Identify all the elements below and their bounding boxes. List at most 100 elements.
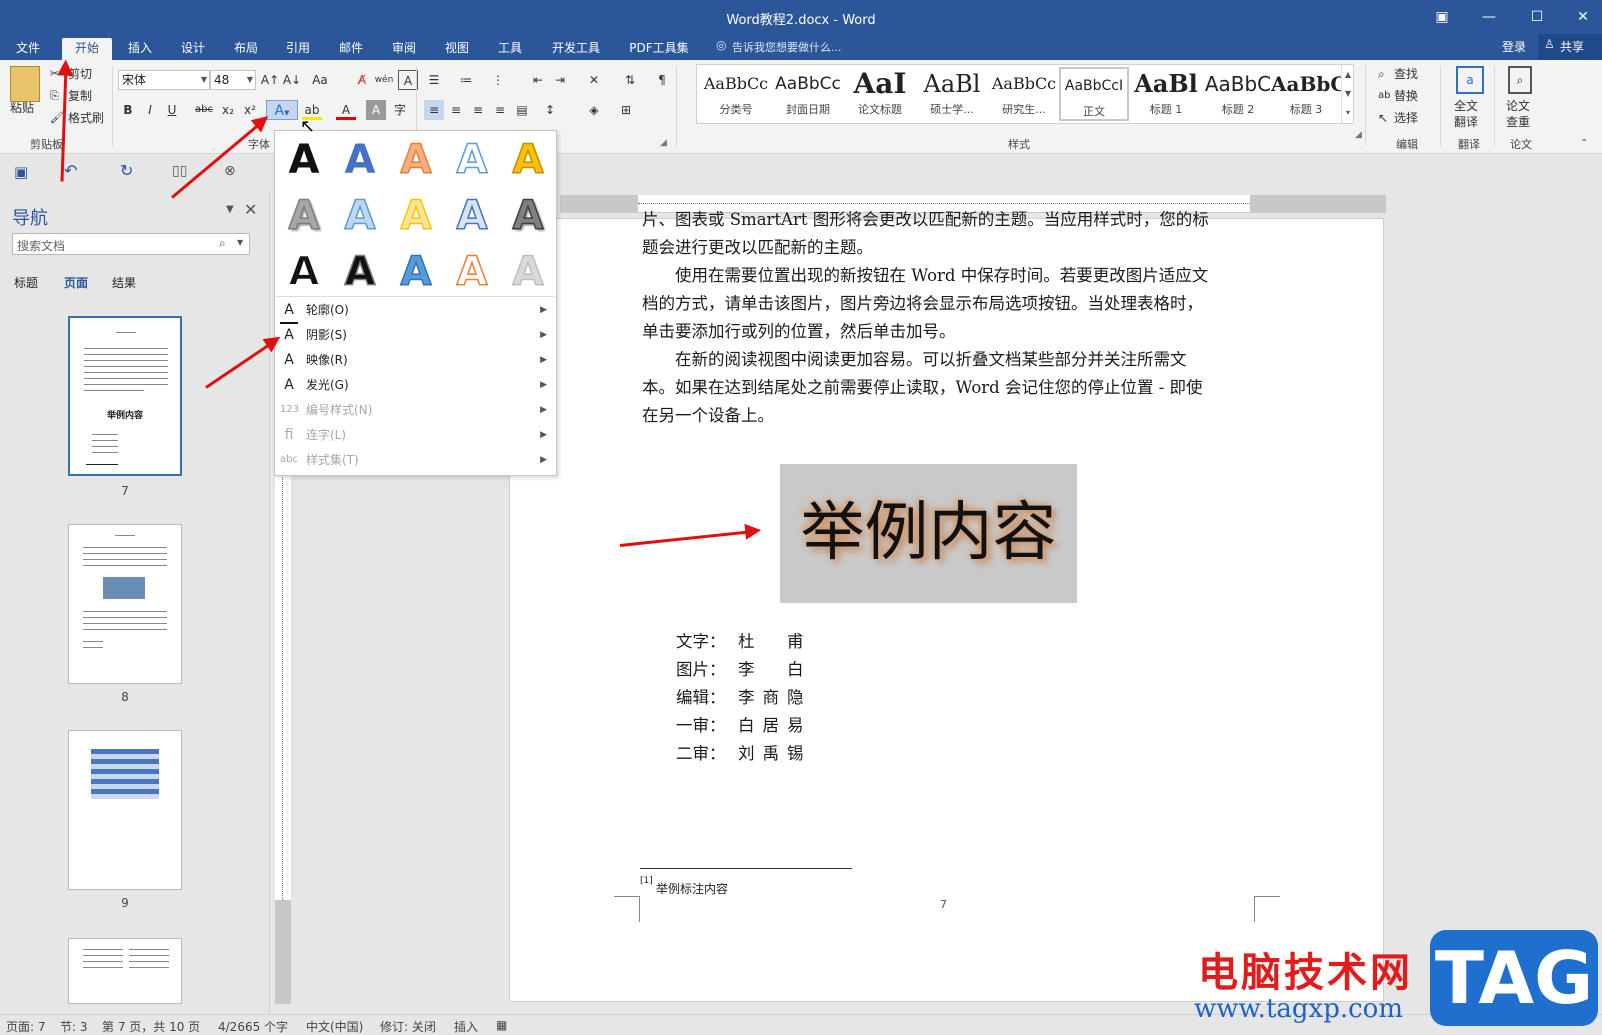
style-item[interactable]: AaBbCc 封面日期 bbox=[773, 67, 843, 121]
tab-pdf-tools[interactable]: PDF工具集 bbox=[622, 38, 696, 60]
save-icon[interactable]: ▣ bbox=[14, 163, 28, 181]
enclose-char-button[interactable]: 字 bbox=[390, 100, 410, 120]
bold-button[interactable]: B bbox=[118, 100, 138, 120]
status-page-of[interactable]: 第 7 页，共 10 页 bbox=[102, 1018, 200, 1035]
vertical-ruler[interactable] bbox=[275, 470, 291, 1004]
borders-icon[interactable]: ⊞ bbox=[616, 100, 636, 120]
align-left-icon[interactable]: ≡ bbox=[424, 100, 444, 120]
style-item[interactable]: AaBbC 标题 3 bbox=[1271, 67, 1341, 121]
page-thumbnail-10[interactable] bbox=[68, 938, 182, 1004]
distributed-icon[interactable]: ▤ bbox=[512, 100, 532, 120]
find-button[interactable]: 查找 bbox=[1394, 66, 1418, 82]
text-effect-preset[interactable]: A bbox=[284, 138, 324, 182]
style-item[interactable]: AaBbCc 研究生... bbox=[989, 67, 1059, 121]
text-effects-button[interactable]: A▼ bbox=[266, 100, 298, 120]
underline-button[interactable]: U bbox=[162, 100, 182, 120]
style-item[interactable]: AaBbC 标题 2 bbox=[1203, 67, 1273, 121]
text-effect-preset[interactable]: A bbox=[508, 137, 548, 183]
tab-home[interactable]: 开始 bbox=[62, 38, 112, 60]
status-section[interactable]: 节: 3 bbox=[60, 1018, 88, 1035]
body-text-line[interactable]: 本。如果在达到结尾处之前需要停止读取，Word 会记住您的停止位置 - 即使 bbox=[642, 374, 1203, 403]
tab-design[interactable]: 设计 bbox=[171, 38, 215, 60]
char-border-button[interactable]: A bbox=[398, 70, 418, 90]
align-center-icon[interactable]: ≡ bbox=[446, 100, 466, 120]
show-marks-icon[interactable]: ¶ bbox=[652, 70, 672, 90]
styles-scroll[interactable]: ▲ ▼ ▾ bbox=[1341, 65, 1354, 123]
multilevel-list-icon[interactable]: ⋮ bbox=[488, 70, 508, 90]
increase-indent-icon[interactable]: ⇥ bbox=[550, 70, 570, 90]
shrink-font-button[interactable]: A↓ bbox=[282, 70, 302, 90]
status-language[interactable]: 中文(中国) bbox=[306, 1018, 363, 1035]
status-revision[interactable]: 修订: 关闭 bbox=[380, 1018, 436, 1035]
numbering-icon[interactable]: ≔ bbox=[456, 70, 476, 90]
tab-insert[interactable]: 插入 bbox=[118, 38, 162, 60]
full-translate-button[interactable]: 全文 翻译 bbox=[1454, 98, 1478, 130]
copy-button[interactable]: 复制 bbox=[68, 88, 92, 104]
line-spacing-icon[interactable]: ↕ bbox=[540, 100, 560, 120]
tell-me-box[interactable]: 告诉我您想要做什么... bbox=[732, 39, 842, 55]
replace-button[interactable]: 替换 bbox=[1394, 88, 1418, 104]
redo-icon[interactable]: ↻ bbox=[120, 161, 133, 180]
chinese-layout-icon[interactable]: ✕ bbox=[584, 70, 604, 90]
italic-button[interactable]: I bbox=[140, 100, 160, 120]
nav-options-icon[interactable]: ▼ bbox=[226, 204, 234, 215]
nav-close-icon[interactable]: ✕ bbox=[244, 200, 257, 219]
text-effect-preset[interactable]: A bbox=[396, 137, 436, 183]
sort-icon[interactable]: ⇅ bbox=[620, 70, 640, 90]
tab-review[interactable]: 审阅 bbox=[382, 38, 426, 60]
text-effect-preset[interactable]: A bbox=[284, 249, 324, 295]
body-text-line[interactable]: 档的方式，请单击该图片，图片旁边将会显示布局选项按钮。当处理表格时， bbox=[642, 290, 1203, 319]
tab-references[interactable]: 引用 bbox=[276, 38, 320, 60]
select-button[interactable]: 选择 bbox=[1394, 110, 1418, 126]
shading-icon[interactable]: ◈ bbox=[584, 100, 604, 120]
tab-mailings[interactable]: 邮件 bbox=[329, 38, 373, 60]
minimize-button[interactable]: — bbox=[1474, 4, 1504, 30]
paste-button[interactable]: 粘贴 bbox=[10, 100, 34, 116]
status-insert[interactable]: 插入 bbox=[454, 1018, 478, 1035]
justify-icon[interactable]: ≡ bbox=[490, 100, 510, 120]
style-item-selected[interactable]: AaBbCcI 正文 bbox=[1059, 67, 1129, 121]
body-text-line[interactable]: 在另一个设备上。 bbox=[642, 402, 774, 431]
tab-view[interactable]: 视图 bbox=[435, 38, 479, 60]
translate-icon[interactable]: a bbox=[1456, 66, 1484, 94]
footnote-text[interactable]: 举例标注内容 bbox=[656, 880, 728, 897]
text-effect-preset[interactable]: A bbox=[452, 249, 492, 295]
page-thumbnail-8[interactable] bbox=[68, 524, 182, 684]
menu-item-outline[interactable]: A 轮廓(O) ▶ bbox=[278, 298, 553, 324]
decrease-indent-icon[interactable]: ⇤ bbox=[528, 70, 548, 90]
subscript-button[interactable]: x₂ bbox=[218, 100, 238, 120]
phonetic-guide-button[interactable]: wén bbox=[374, 70, 394, 90]
plagiarism-check-icon[interactable]: ⌕ bbox=[1508, 66, 1532, 94]
page-thumbnail-9[interactable] bbox=[68, 730, 182, 890]
link-icon[interactable]: ⊗ bbox=[224, 163, 236, 179]
tab-tools[interactable]: 工具 bbox=[488, 38, 532, 60]
strikethrough-button[interactable]: abc bbox=[194, 100, 214, 120]
nav-tab-pages[interactable]: 页面 bbox=[64, 274, 88, 291]
text-effect-preset[interactable]: A bbox=[508, 193, 548, 239]
body-text-line[interactable]: 题会进行更改以匹配新的主题。 bbox=[642, 234, 873, 263]
style-item[interactable]: AaI 论文标题 bbox=[845, 67, 915, 121]
clear-format-button[interactable]: A̸ bbox=[352, 70, 372, 90]
tab-file[interactable]: 文件 bbox=[6, 38, 50, 60]
text-effect-preset[interactable]: A bbox=[284, 193, 324, 239]
text-effect-preset[interactable]: A bbox=[340, 138, 380, 182]
style-item[interactable]: AaBl 标题 1 bbox=[1131, 67, 1201, 121]
char-shading-button[interactable]: A bbox=[366, 100, 386, 120]
text-effect-preset[interactable]: A bbox=[396, 249, 436, 295]
read-mode-icon[interactable]: ▯▯ bbox=[172, 163, 187, 179]
menu-item-shadow[interactable]: A 阴影(S) ▶ bbox=[278, 323, 553, 347]
bullets-icon[interactable]: ☰ bbox=[424, 70, 444, 90]
change-case-button[interactable]: Aa bbox=[310, 70, 330, 90]
maximize-button[interactable]: ☐ bbox=[1522, 4, 1552, 30]
format-painter-button[interactable]: 格式刷 bbox=[68, 110, 104, 126]
paste-icon[interactable] bbox=[10, 66, 40, 102]
status-word-count[interactable]: 4/2665 个字 bbox=[218, 1018, 288, 1035]
tab-layout[interactable]: 布局 bbox=[224, 38, 268, 60]
text-effect-preset[interactable]: A bbox=[340, 249, 380, 295]
text-effect-preset[interactable]: A bbox=[452, 137, 492, 183]
page-thumbnail-7[interactable]: 举例内容 bbox=[68, 316, 182, 476]
tell-me-icon[interactable]: ◎ bbox=[716, 38, 726, 52]
text-effect-preset[interactable]: A bbox=[508, 249, 548, 295]
font-size-combo[interactable]: 48 ▼ bbox=[210, 70, 256, 90]
body-text-line[interactable]: 在新的阅读视图中阅读更加容易。可以折叠文档某些部分并关注所需文 bbox=[642, 346, 1187, 375]
